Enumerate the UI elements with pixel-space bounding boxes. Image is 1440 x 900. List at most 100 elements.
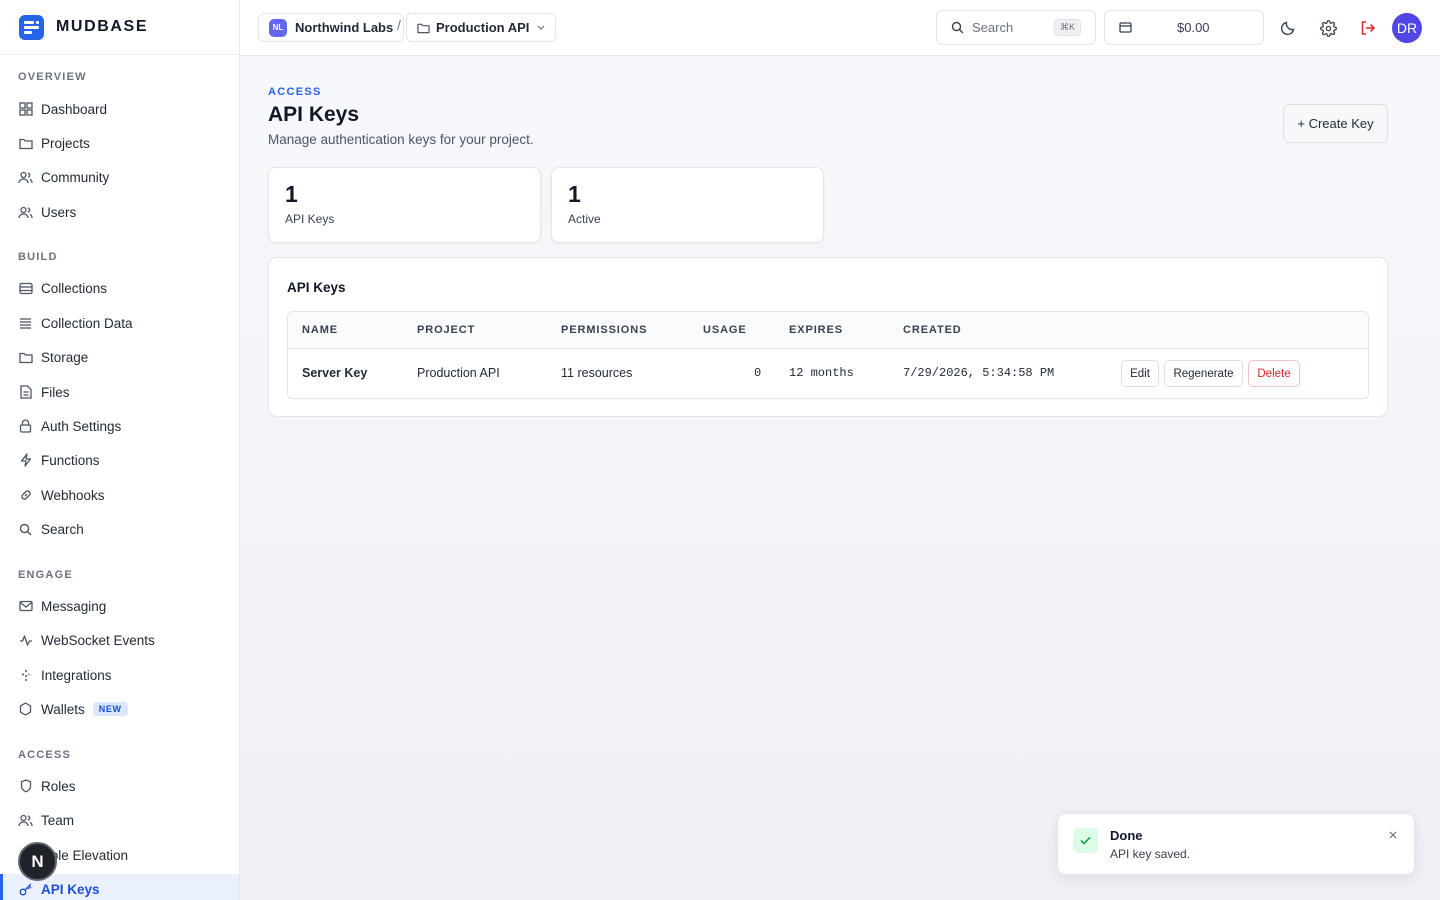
api-keys-table: NAME PROJECT PERMISSIONS USAGE EXPIRES C… (287, 311, 1369, 399)
sidebar-item-label: Users (41, 204, 77, 220)
page-eyebrow: ACCESS (268, 86, 322, 98)
sidebar-item-label: API Keys (41, 881, 100, 897)
api-keys-panel: API Keys NAME PROJECT PERMISSIONS USAGE … (268, 257, 1388, 417)
sidebar-item-community[interactable]: Community (0, 162, 239, 192)
link-icon (18, 488, 33, 503)
search-input[interactable]: Search ⌘K (936, 10, 1096, 45)
app-name: MUDBASE (56, 18, 149, 35)
sidebar-item-search[interactable]: Search (0, 514, 239, 544)
sidebar-item-websocket-events[interactable]: WebSocket Events (0, 625, 239, 655)
sidebar-item-wallets[interactable]: Wallets NEW (0, 694, 239, 724)
sidebar-item-integrations[interactable]: Integrations (0, 660, 239, 690)
org-name: Northwind Labs (295, 20, 394, 35)
sidebar-item-label: Functions (41, 452, 100, 468)
create-key-button[interactable]: + Create Key (1283, 104, 1388, 143)
column-header-permissions: PERMISSIONS (561, 324, 648, 336)
sidebar-item-storage[interactable]: Storage (0, 342, 239, 372)
toast-notification: Done API key saved. (1057, 813, 1415, 875)
sidebar-item-webhooks[interactable]: Webhooks (0, 480, 239, 510)
brand[interactable]: MUDBASE (0, 0, 239, 55)
sidebar-item-label: Storage (41, 349, 89, 365)
page-title: API Keys (268, 103, 360, 126)
chevron-down-icon (537, 25, 545, 30)
column-header-expires: EXPIRES (789, 324, 843, 336)
folder-icon (18, 350, 33, 365)
sidebar-item-label: Integrations (41, 667, 112, 683)
column-header-project: PROJECT (417, 324, 476, 336)
sidebar-item-label: Roles (41, 778, 76, 794)
sidebar-item-auth-settings[interactable]: Auth Settings (0, 411, 239, 441)
sidebar-item-collections[interactable]: Collections (0, 273, 239, 303)
breadcrumb-separator: / (397, 17, 401, 33)
stat-card-api-keys: 1 API Keys (268, 167, 541, 243)
users-icon (18, 205, 33, 220)
sidebar-item-team[interactable]: Team (0, 805, 239, 835)
sidebar-item-label: WebSocket Events (41, 632, 155, 648)
dev-tools-badge[interactable]: N (18, 842, 57, 881)
column-header-name: NAME (302, 324, 338, 336)
topbar: NL Northwind Labs / Production API Searc… (240, 0, 1440, 56)
sidebar-item-label: Messaging (41, 598, 107, 614)
sidebar-item-files[interactable]: Files (0, 377, 239, 407)
list-icon (18, 316, 33, 331)
sidebar-item-projects[interactable]: Projects (0, 128, 239, 158)
sparkle-icon (18, 668, 33, 683)
sidebar-item-label: Collection Data (41, 315, 133, 331)
sidebar-item-label: Webhooks (41, 487, 105, 503)
activity-icon (18, 633, 33, 648)
regenerate-button[interactable]: Regenerate (1164, 360, 1243, 387)
moon-icon[interactable] (1277, 17, 1299, 39)
users-icon (18, 170, 33, 185)
sidebar-item-label: Search (41, 521, 84, 537)
delete-button[interactable]: Delete (1248, 360, 1300, 387)
new-badge: NEW (92, 702, 128, 716)
cell-permissions: 11 resources (561, 366, 633, 380)
sidebar-item-functions[interactable]: Functions (0, 445, 239, 475)
sidebar-item-label: Wallets (41, 701, 85, 717)
sidebar-item-label: Collections (41, 280, 108, 296)
logout-icon[interactable] (1357, 17, 1379, 39)
cell-expires: 12 months (789, 366, 854, 380)
sidebar-item-label: Team (41, 812, 75, 828)
search-icon (18, 522, 33, 537)
check-icon (1073, 828, 1098, 853)
column-header-usage: USAGE (703, 324, 747, 336)
database-icon (18, 281, 33, 296)
hexagon-icon (18, 702, 33, 717)
stat-label: Active (568, 212, 601, 226)
gear-icon[interactable] (1317, 17, 1339, 39)
panel-title: API Keys (287, 280, 346, 295)
edit-button[interactable]: Edit (1121, 360, 1159, 387)
search-placeholder: Search (972, 20, 1014, 35)
credit-card-icon (1119, 22, 1132, 33)
table-header: NAME PROJECT PERMISSIONS USAGE EXPIRES C… (288, 312, 1368, 349)
nav-section-build: BUILD (18, 251, 58, 263)
sidebar-item-users[interactable]: Users (0, 197, 239, 227)
balance-value: $0.00 (1177, 20, 1210, 35)
sidebar-item-roles[interactable]: Roles (0, 771, 239, 801)
nav-section-access: ACCESS (18, 749, 72, 761)
nav-section-overview: OVERVIEW (18, 71, 87, 83)
toast-message: API key saved. (1110, 847, 1191, 861)
search-shortcut: ⌘K (1053, 19, 1081, 36)
close-icon[interactable] (1386, 828, 1400, 842)
sidebar-item-dashboard[interactable]: Dashboard (0, 94, 239, 124)
cell-usage: 0 (754, 366, 762, 380)
toast-title: Done (1110, 828, 1143, 843)
users-icon (18, 813, 33, 828)
avatar[interactable]: DR (1392, 13, 1422, 43)
sidebar-item-label: Files (41, 384, 70, 400)
folder-icon (417, 22, 430, 34)
project-switcher[interactable]: Production API (406, 13, 557, 42)
balance-display[interactable]: $0.00 (1104, 10, 1264, 45)
stat-card-active: 1 Active (551, 167, 824, 243)
lock-icon (18, 419, 33, 434)
project-name: Production API (436, 20, 530, 35)
cell-project: Production API (417, 366, 500, 380)
org-switcher[interactable]: NL Northwind Labs (258, 13, 405, 42)
stat-value: 1 (285, 181, 298, 207)
sidebar-item-collection-data[interactable]: Collection Data (0, 308, 239, 338)
bolt-icon (18, 453, 33, 468)
sidebar-item-messaging[interactable]: Messaging (0, 591, 239, 621)
shield-icon (18, 779, 33, 794)
